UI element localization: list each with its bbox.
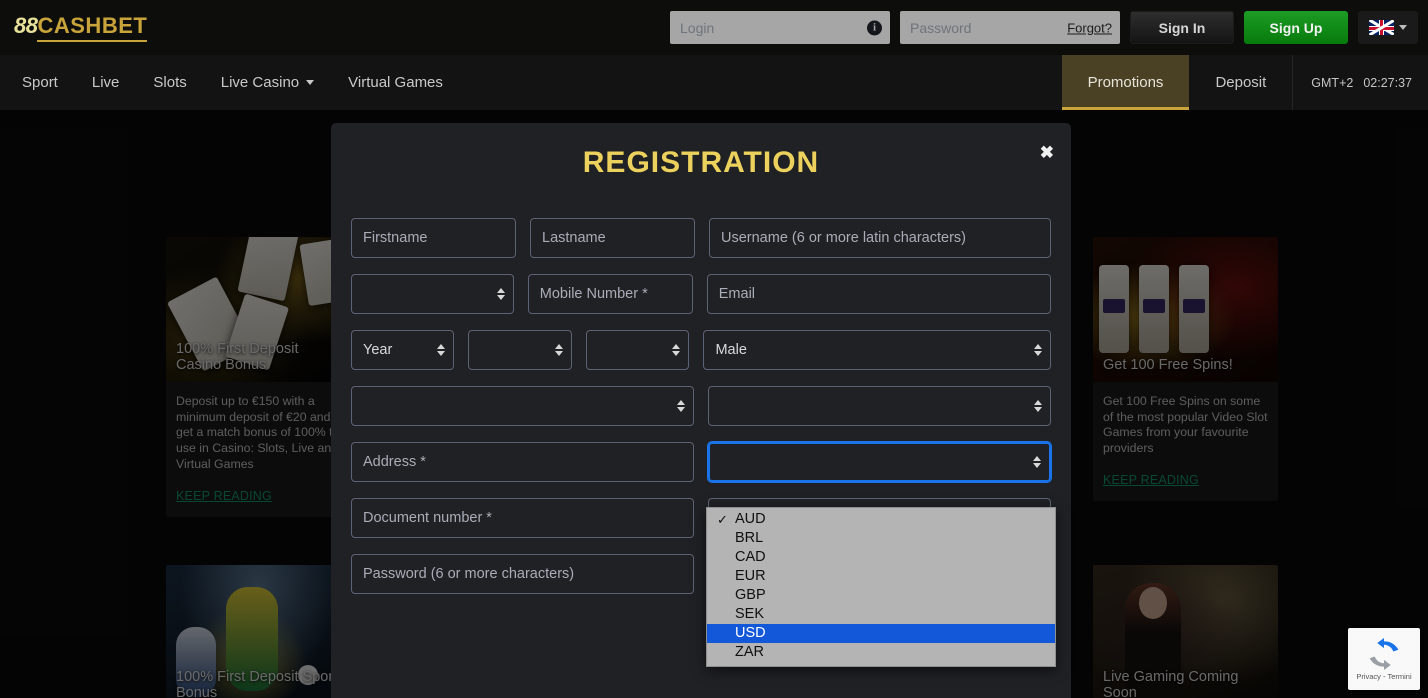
dropdown-option-sek[interactable]: SEK: [707, 605, 1055, 624]
dropdown-option-zar[interactable]: ZAR: [707, 643, 1055, 662]
dropdown-option-label: USD: [735, 625, 766, 641]
birth-month-select[interactable]: [468, 330, 572, 370]
country-select[interactable]: [351, 386, 694, 426]
gender-value: Male: [715, 342, 747, 358]
username-input[interactable]: [709, 218, 1051, 258]
select-arrows-icon: [437, 344, 446, 356]
dropdown-option-label: SEK: [735, 606, 765, 622]
login-input[interactable]: [670, 19, 890, 36]
recaptcha-badge[interactable]: Privacy - Termini: [1348, 628, 1420, 690]
gender-select[interactable]: Male: [703, 330, 1051, 370]
birth-year-select[interactable]: Year: [351, 330, 455, 370]
password-field-wrapper[interactable]: Forgot?: [900, 11, 1120, 44]
nav-label: Deposit: [1215, 74, 1267, 91]
top-bar: 88 CASHBET i Forgot? Sign In Sign Up: [0, 0, 1428, 55]
clock-time: 02:27:37: [1363, 75, 1412, 90]
sign-up-button[interactable]: Sign Up: [1244, 11, 1348, 44]
select-arrows-icon: [554, 344, 563, 356]
birth-day-select[interactable]: [585, 330, 690, 370]
country-code-select[interactable]: [351, 274, 514, 314]
nav-right-group: Promotions Deposit GMT+2 02:27:37: [1061, 55, 1428, 110]
language-selector[interactable]: [1358, 11, 1418, 44]
email-input[interactable]: [706, 274, 1051, 314]
nav-label: Live Casino: [220, 74, 300, 91]
info-icon[interactable]: i: [867, 20, 882, 35]
dropdown-option-cad[interactable]: CAD: [707, 548, 1055, 567]
form-row-address-currency: [351, 442, 1051, 482]
clock-widget: GMT+2 02:27:37: [1293, 55, 1428, 110]
nav-item-deposit[interactable]: Deposit: [1189, 55, 1294, 110]
birth-year-value: Year: [363, 342, 393, 358]
close-icon[interactable]: ✖: [1040, 144, 1054, 161]
mobile-number-input[interactable]: [527, 274, 693, 314]
select-arrows-icon: [1033, 456, 1041, 468]
dropdown-option-label: ZAR: [735, 644, 764, 660]
select-arrows-icon: [677, 400, 685, 412]
site-logo[interactable]: 88 CASHBET: [14, 13, 148, 42]
login-field-wrapper[interactable]: i: [670, 11, 890, 44]
nav-item-virtual-games[interactable]: Virtual Games: [331, 55, 460, 110]
nav-label: Promotions: [1087, 74, 1164, 91]
select-arrows-icon: [1034, 344, 1042, 356]
dropdown-option-eur[interactable]: EUR: [707, 567, 1055, 586]
nav-item-live-casino[interactable]: Live Casino: [204, 55, 331, 110]
nav-label: Sport: [22, 74, 58, 91]
form-row-names: [351, 218, 1051, 258]
sign-in-button[interactable]: Sign In: [1130, 11, 1234, 44]
form-row-contact: [351, 274, 1051, 314]
nav-item-sport[interactable]: Sport: [0, 55, 75, 110]
dropdown-option-label: BRL: [735, 530, 764, 546]
chevron-down-icon: [306, 80, 315, 85]
recaptcha-icon: [1367, 637, 1401, 670]
dropdown-option-aud[interactable]: AUD: [707, 510, 1055, 529]
nav-label: Slots: [153, 74, 187, 91]
select-arrows-icon: [1034, 400, 1042, 412]
nav-label: Virtual Games: [348, 74, 443, 91]
currency-dropdown-list[interactable]: AUD BRL CAD EUR GBP SEK USD ZAR: [706, 507, 1056, 667]
chevron-down-icon: [1399, 25, 1407, 30]
currency-select[interactable]: [707, 442, 1051, 482]
form-row-location: [351, 386, 1051, 426]
city-select[interactable]: [708, 386, 1051, 426]
forgot-password-link[interactable]: Forgot?: [1067, 20, 1112, 35]
form-row-birth-gender: Year Male: [351, 330, 1051, 370]
document-number-input[interactable]: [351, 498, 694, 538]
flag-uk-icon: [1369, 20, 1394, 35]
dropdown-option-usd[interactable]: USD: [707, 624, 1055, 643]
dropdown-option-label: GBP: [735, 587, 766, 603]
recaptcha-privacy-label[interactable]: Privacy - Termini: [1356, 672, 1411, 681]
address-input[interactable]: [351, 442, 694, 482]
main-nav: Sport Live Slots Live Casino Virtual Gam…: [0, 55, 1428, 110]
auth-area: i Forgot? Sign In Sign Up: [670, 11, 1418, 44]
dropdown-option-label: CAD: [735, 549, 766, 565]
logo-cashbet-text: CASHBET: [37, 13, 148, 42]
password-input[interactable]: [351, 554, 694, 594]
dropdown-option-label: EUR: [735, 568, 766, 584]
nav-item-promotions[interactable]: Promotions: [1061, 55, 1190, 110]
dropdown-option-brl[interactable]: BRL: [707, 529, 1055, 548]
firstname-input[interactable]: [351, 218, 516, 258]
logo-88-text: 88: [14, 13, 38, 38]
nav-item-live[interactable]: Live: [75, 55, 137, 110]
select-arrows-icon: [672, 344, 681, 356]
dropdown-option-label: AUD: [735, 511, 766, 527]
nav-item-slots[interactable]: Slots: [136, 55, 203, 110]
lastname-input[interactable]: [530, 218, 695, 258]
timezone-label: GMT+2: [1311, 75, 1354, 90]
select-arrows-icon: [496, 288, 505, 300]
page-root: 88 CASHBET i Forgot? Sign In Sign Up: [0, 0, 1428, 698]
page-title: REGISTRATION: [582, 146, 820, 179]
nav-label: Live: [91, 74, 120, 91]
dropdown-option-gbp[interactable]: GBP: [707, 586, 1055, 605]
